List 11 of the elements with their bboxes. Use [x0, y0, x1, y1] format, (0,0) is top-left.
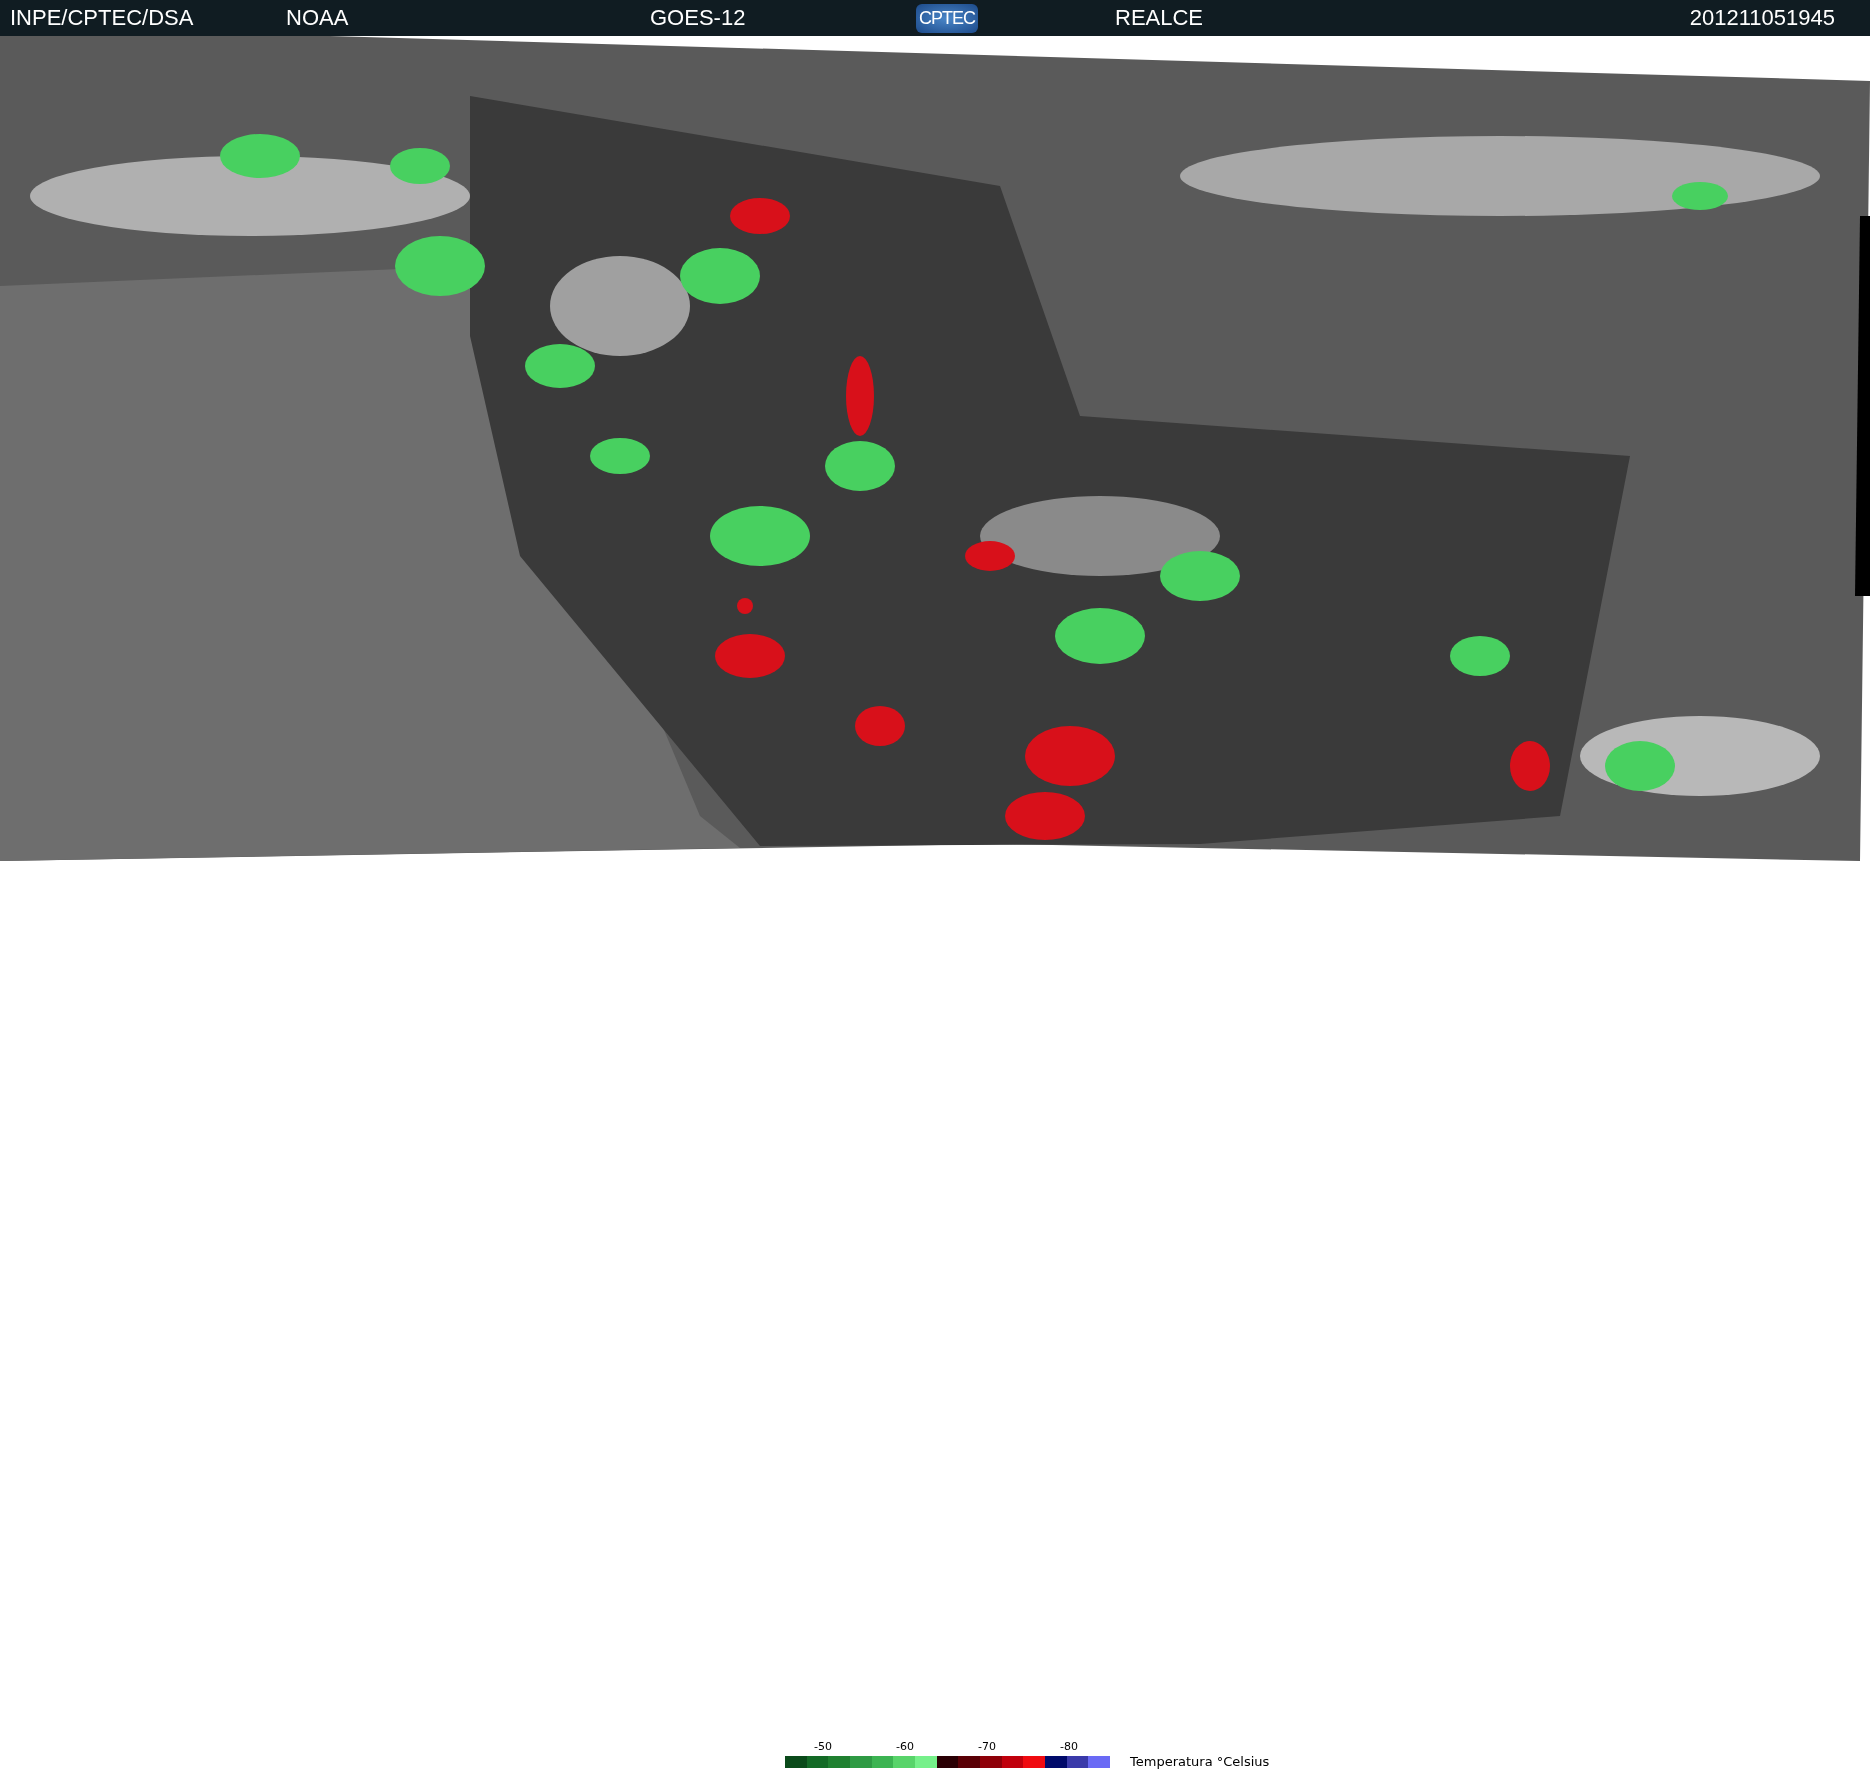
scale-label: -50 — [813, 1740, 833, 1755]
satellite-label: GOES-12 — [650, 5, 746, 31]
scale-label: -60 — [895, 1740, 915, 1755]
product-label: REALCE — [1115, 5, 1204, 31]
scale-label: -70 — [977, 1740, 997, 1755]
legend-title: Temperatura °Celsius — [1130, 1754, 1270, 1769]
source-label: INPE/CPTEC/DSA — [10, 5, 194, 31]
timestamp-label: 201211051945 — [1689, 5, 1835, 31]
agency-label: NOAA — [286, 5, 349, 31]
scale-label: -80 — [1059, 1740, 1079, 1755]
logo: CPTEC — [916, 3, 978, 33]
